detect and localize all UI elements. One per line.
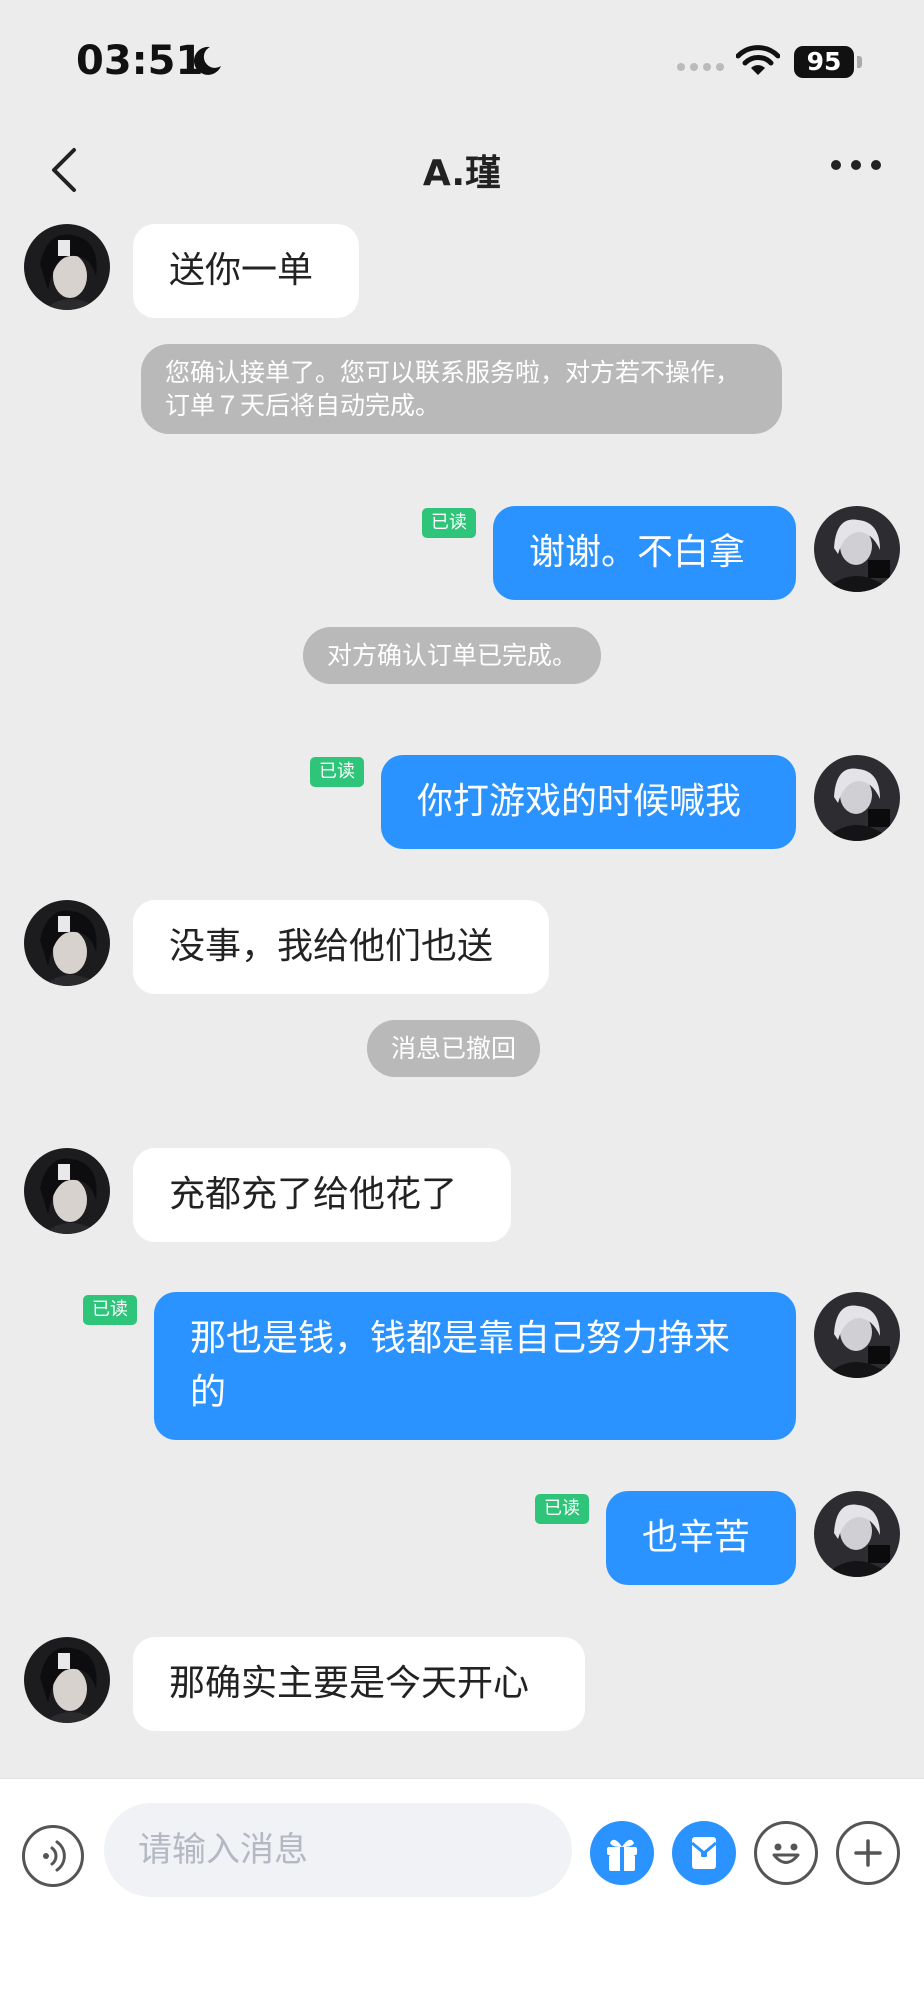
self-avatar[interactable] [814, 1491, 900, 1577]
read-badge: 已读 [422, 508, 476, 538]
plus-button[interactable] [836, 1821, 900, 1885]
message-bubble-outgoing[interactable]: 也辛苦 [606, 1491, 796, 1585]
message-bubble-outgoing[interactable]: 那也是钱，钱都是靠自己努力挣来的 [154, 1292, 796, 1440]
message-bubble-incoming[interactable]: 送你一单 [133, 224, 359, 318]
voice-icon [43, 1840, 66, 1872]
wifi-icon [736, 45, 780, 75]
contact-avatar[interactable] [24, 224, 110, 310]
status-time: 03:51 [76, 38, 204, 84]
contact-avatar[interactable] [24, 1637, 110, 1723]
voice-button[interactable] [22, 1825, 84, 1887]
plus-icon [854, 1839, 882, 1867]
signal-dots-icon [677, 63, 724, 71]
chat-title: A.瑾 [422, 153, 502, 194]
red-packet-button[interactable] [672, 1821, 736, 1885]
system-notice: 对方确认订单已完成。 [303, 627, 602, 684]
read-badge: 已读 [535, 1494, 589, 1524]
message-bubble-incoming[interactable]: 那确实主要是今天开心 [133, 1637, 585, 1731]
red-packet-icon [691, 1837, 717, 1869]
self-avatar[interactable] [814, 755, 900, 841]
battery-tip [857, 56, 862, 68]
message-bubble-outgoing[interactable]: 谢谢。不白拿 [493, 506, 796, 600]
emoji-icon [772, 1843, 800, 1864]
battery-indicator: 95 [794, 46, 854, 78]
input-bar: 请输入消息 [0, 1778, 924, 2000]
system-notice: 您确认接单了。您可以联系服务啦，对方若不操作，订单７天后将自动完成。 [141, 344, 782, 434]
message-bubble-outgoing[interactable]: 你打游戏的时候喊我 [381, 755, 796, 849]
emoji-button[interactable] [754, 1821, 818, 1885]
chat-header: A.瑾 [0, 120, 924, 220]
contact-avatar[interactable] [24, 900, 110, 986]
message-bubble-incoming[interactable]: 没事，我给他们也送 [133, 900, 549, 994]
message-bubble-incoming[interactable]: 充都充了给他花了 [133, 1148, 511, 1242]
gift-button[interactable] [590, 1821, 654, 1885]
self-avatar[interactable] [814, 506, 900, 592]
message-input[interactable]: 请输入消息 [104, 1803, 572, 1897]
status-bar: 03:51 95 [0, 0, 924, 120]
more-icon[interactable] [830, 158, 882, 172]
moon-icon [193, 46, 221, 75]
self-avatar[interactable] [814, 1292, 900, 1378]
read-badge: 已读 [83, 1295, 137, 1325]
gift-icon [607, 1839, 637, 1871]
contact-avatar[interactable] [24, 1148, 110, 1234]
read-badge: 已读 [310, 757, 364, 787]
system-notice: 消息已撤回 [367, 1020, 541, 1077]
